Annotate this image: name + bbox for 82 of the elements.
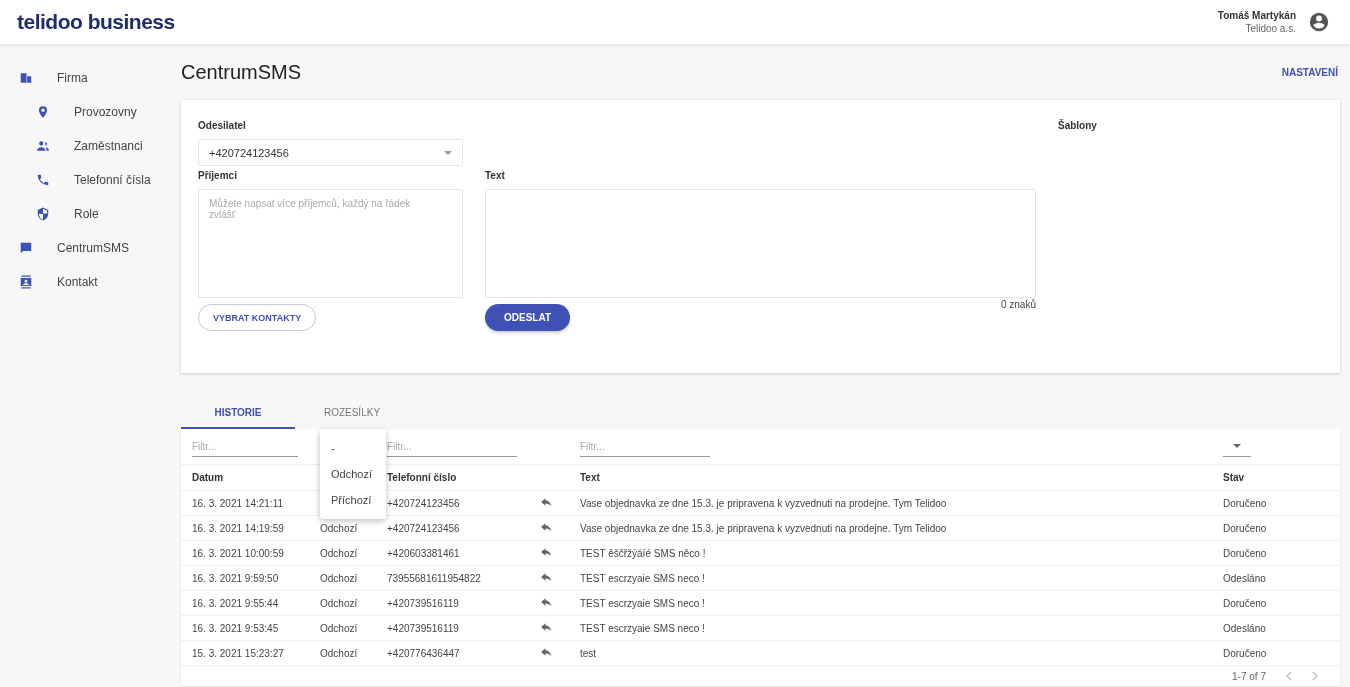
table-cell-text: 16. 3. 2021 9:53:45 — [192, 622, 280, 634]
send-button[interactable]: ODESLAT — [485, 304, 571, 331]
table-cell-text: Odchozí — [320, 597, 359, 609]
table-cell-text: +420603381461 — [387, 547, 461, 559]
menu-option[interactable]: Odchozí — [320, 461, 386, 487]
nav-item[interactable]: CentrumSMS — [0, 231, 181, 265]
table-cell-text: Doručeno — [1223, 597, 1268, 609]
table-cell-text: 73955681611954822 — [387, 572, 482, 584]
nav-item[interactable]: Kontakt — [0, 265, 181, 299]
field-label: Odesilatel — [198, 120, 247, 131]
nav-item[interactable]: Role — [0, 197, 181, 231]
column-header: Text — [580, 472, 601, 483]
table-cell-text: TEST ěščřžýáíé SMS něco ! — [580, 547, 707, 559]
nav-icon — [36, 105, 50, 119]
caret-icon — [1233, 444, 1241, 448]
caret-icon — [444, 150, 452, 155]
table-cell-text: Vase objednavka ze dne 15.3. je pripravena k vyzvednuti na prodejne. Tym Telidoo — [580, 497, 948, 509]
table-cell-text: Doručeno — [1223, 647, 1268, 659]
nav-icon — [36, 207, 50, 221]
table-cell-text: TEST escrzyaie SMS neco ! — [580, 597, 706, 609]
recipients-field[interactable]: Můžete napsat více příjemců, každý na řádek zvlášť — [198, 189, 463, 298]
table-cell-text: +420739516119 — [387, 597, 460, 609]
table-cell-text: +420724123456 — [387, 497, 461, 509]
account-icon[interactable] — [1308, 11, 1330, 33]
reply-icon[interactable] — [540, 523, 553, 533]
sender-select[interactable]: +420724123456 — [198, 139, 463, 166]
table-cell-text: +420724123456 — [387, 522, 461, 534]
table-cell-text: 16. 3. 2021 10:00:59 — [192, 547, 285, 559]
table-cell-text: TEST escrzyaie SMS neco ! — [580, 622, 706, 634]
table-cell-text: Doručeno — [1223, 522, 1268, 534]
table-cell-text: +420739516119 — [387, 622, 460, 634]
table-cell-text: 16. 3. 2021 14:21:11 — [192, 497, 284, 509]
reply-icon[interactable] — [540, 598, 553, 608]
nav-icon — [19, 275, 33, 289]
pagination-text: 1-7 of 7 — [1232, 670, 1266, 682]
table-cell-text: Odchozí — [320, 622, 359, 634]
table-cell-text: +420776436447 — [387, 647, 461, 659]
field-label: Text — [485, 170, 506, 181]
table-cell-text: Doručeno — [1223, 547, 1268, 559]
reply-icon[interactable] — [540, 498, 553, 508]
table-cell-text: Odchozí — [320, 522, 359, 534]
select-contacts-button[interactable]: VYBRAT KONTAKTY — [198, 304, 317, 331]
column-header: Stav — [1223, 472, 1246, 483]
nav-icon — [36, 139, 50, 153]
table-cell-text: test — [580, 647, 598, 659]
reply-icon[interactable] — [540, 573, 553, 583]
nav-icon — [19, 241, 33, 255]
field-label: Příjemci — [198, 170, 238, 181]
table-cell-text: Odchozí — [320, 547, 359, 559]
table-cell-text: 16. 3. 2021 14:19:59 — [192, 522, 285, 534]
table-cell-text: Odchozí — [320, 572, 359, 584]
character-count: 0 znaků — [1000, 299, 1036, 310]
company-name: Telidoo a.s. — [1245, 22, 1296, 35]
menu-option[interactable]: - — [320, 435, 386, 461]
nav-icon — [19, 71, 33, 85]
nav-icon — [36, 173, 50, 187]
nav-item[interactable]: Zaměstnanci — [0, 129, 181, 163]
table-cell-text: 15. 3. 2021 15:23:27 — [192, 647, 285, 659]
table-cell-text: TEST escrzyaie SMS neco ! — [580, 572, 706, 584]
column-header: Telefonní číslo — [387, 472, 458, 483]
reply-icon[interactable] — [540, 548, 553, 558]
table-cell-text: Odchozí — [320, 647, 359, 659]
table-cell-text: Odesláno — [1223, 572, 1267, 584]
table-cell-text: 16. 3. 2021 9:59:50 — [192, 572, 280, 584]
reply-icon[interactable] — [540, 623, 553, 633]
templates-label: Šablony — [1058, 120, 1097, 133]
menu-option[interactable]: Příchozí — [320, 487, 386, 513]
page-title: CentrumSMS — [181, 60, 302, 84]
table-cell-text: Odesláno — [1223, 622, 1267, 634]
tab[interactable]: ROZESÍLKY — [295, 397, 409, 429]
user-name: Tomáš Martykán — [1217, 9, 1296, 22]
nav-item[interactable]: Telefonní čísla — [0, 163, 181, 197]
message-field[interactable] — [485, 189, 1036, 298]
table-cell-text: 16. 3. 2021 9:55:44 — [192, 597, 280, 609]
table-cell-text: Vase objednavka ze dne 15.3. je pripravena k vyzvednuti na prodejne. Tym Telidoo — [580, 522, 948, 534]
nav-item[interactable]: Firma — [0, 61, 181, 95]
settings-link[interactable]: NASTAVENÍ — [1281, 66, 1338, 78]
column-header: Datum — [192, 472, 225, 483]
logo[interactable]: telidoo business — [17, 10, 175, 34]
table-cell-text: Doručeno — [1223, 497, 1268, 509]
reply-icon[interactable] — [540, 648, 553, 658]
nav-item[interactable]: Provozovny — [0, 95, 181, 129]
